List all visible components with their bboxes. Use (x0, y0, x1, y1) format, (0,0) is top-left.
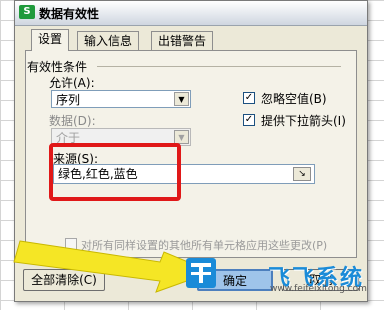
watermark-url: www.feifeixitong.com (270, 284, 367, 294)
tab-settings[interactable]: 设置 (31, 29, 70, 51)
watermark-logo-icon (186, 258, 216, 288)
arrow-shape (13, 240, 214, 293)
